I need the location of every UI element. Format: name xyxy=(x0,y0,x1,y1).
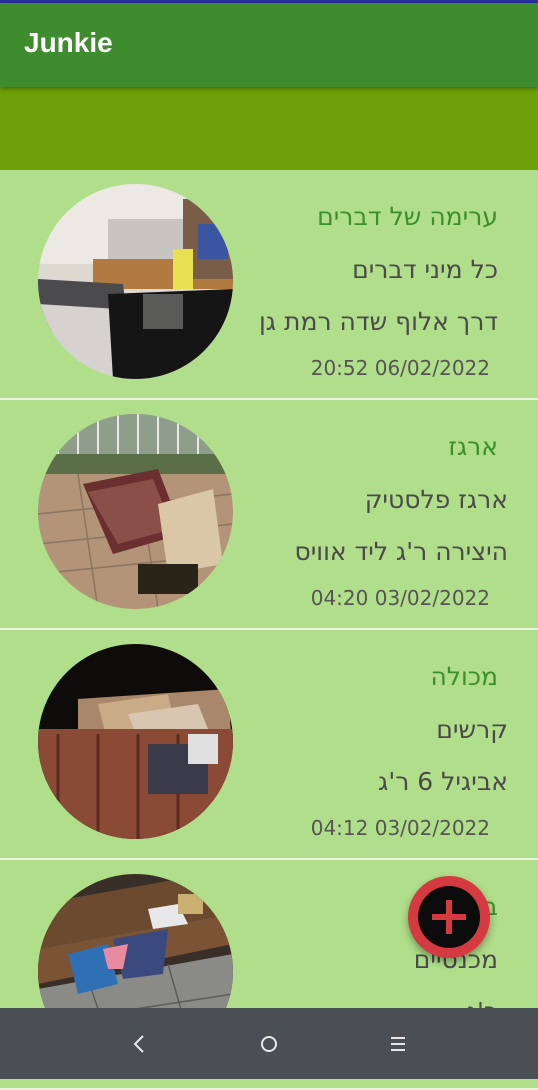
item-photo xyxy=(38,644,233,839)
item-subtitle: ארגז פלסטיק xyxy=(364,485,508,514)
system-nav-bar xyxy=(0,1008,538,1079)
item-subtitle: קרשים xyxy=(436,715,508,744)
item-location: דרך אלוף שדה רמת גן xyxy=(258,307,498,336)
item-title: ארגז xyxy=(448,432,498,461)
item-title: מכולה xyxy=(430,662,498,691)
item-date: 06/02/2022 20:52 xyxy=(310,356,490,380)
item-photo xyxy=(38,184,233,379)
item-location: היצירה ר'ג ליד אוויס xyxy=(294,537,508,566)
list-item[interactable]: ערימה של דברים כל מיני דברים דרך אלוף שד… xyxy=(0,170,538,400)
item-date: 03/02/2022 04:12 xyxy=(310,816,490,840)
toolbar xyxy=(0,87,538,170)
add-item-button[interactable] xyxy=(408,876,490,958)
item-date: 03/02/2022 04:20 xyxy=(310,586,490,610)
app-bar: Junkie xyxy=(0,3,538,87)
plus-icon xyxy=(418,886,480,948)
list-item[interactable]: מכולה קרשים אביגיל 6 ר'ג 03/02/2022 04:1… xyxy=(0,630,538,860)
back-icon[interactable] xyxy=(110,1008,170,1079)
item-location: אביגיל 6 ר'ג xyxy=(378,767,508,796)
item-photo xyxy=(38,414,233,609)
app-title: Junkie xyxy=(24,27,113,58)
recents-icon[interactable] xyxy=(368,1008,428,1079)
list-item[interactable]: ארגז ארגז פלסטיק היצירה ר'ג ליד אוויס 03… xyxy=(0,400,538,630)
home-icon[interactable] xyxy=(239,1008,299,1079)
item-subtitle: כל מיני דברים xyxy=(352,255,498,284)
item-title: ערימה של דברים xyxy=(317,202,498,231)
